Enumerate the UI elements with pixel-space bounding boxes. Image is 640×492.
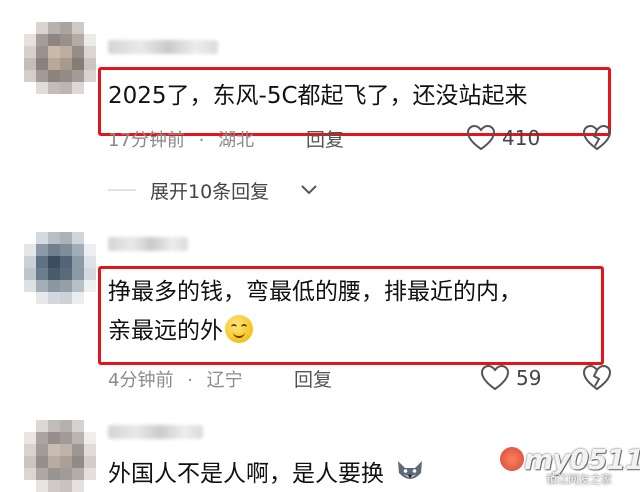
watermark-sub: 镇江网友之家 [546,473,612,486]
username-blurred[interactable] [108,237,188,251]
comment-text-line2: 亲最远的外 [108,314,253,348]
like-count: 59 [516,366,542,390]
expand-replies-label[interactable]: 展开10条回复 [150,177,269,204]
broken-heart-icon[interactable] [582,124,612,152]
username-blurred[interactable] [108,425,203,439]
comment-time: 4分钟前 [108,370,174,391]
avatar[interactable] [24,420,96,492]
comment-text: 外国人不是人啊，是人要换 [108,457,425,491]
comment-text-line2-text: 亲最远的外 [108,318,223,344]
username-blurred[interactable] [108,40,218,54]
meta-separator: · [198,130,205,151]
site-watermark: my0511 镇江网友之家 [494,443,640,486]
comment-text-line1: 挣最多的钱，弯最低的腰，排最近的内， [108,279,522,305]
comment-text-content: 外国人不是人啊，是人要换 [108,461,384,487]
broken-heart-icon[interactable] [582,364,612,392]
comment-location: 湖北 [218,130,255,151]
heart-icon[interactable] [466,124,496,152]
comment-text: 2025了，东风-5C都起飞了，还没站起来 [108,83,528,109]
reply-button[interactable]: 回复 [306,125,344,152]
avatar[interactable] [24,232,96,304]
expand-divider [108,189,136,191]
comment-location: 辽宁 [206,370,243,391]
heart-icon[interactable] [480,364,510,392]
chevron-down-icon[interactable] [300,183,318,197]
reply-button[interactable]: 回复 [294,365,332,392]
comment-meta: 17分钟前 · 湖北 [108,126,254,152]
comment-meta: 4分钟前 · 辽宁 [108,366,243,392]
meta-separator: · [187,370,193,391]
smile-emoji-icon [225,315,253,343]
watermark-logo-icon [500,447,524,471]
avatar[interactable] [24,22,96,94]
comment-time: 17分钟前 [108,130,185,151]
like-count: 410 [502,126,541,150]
wolf-emoji-icon [398,461,423,479]
